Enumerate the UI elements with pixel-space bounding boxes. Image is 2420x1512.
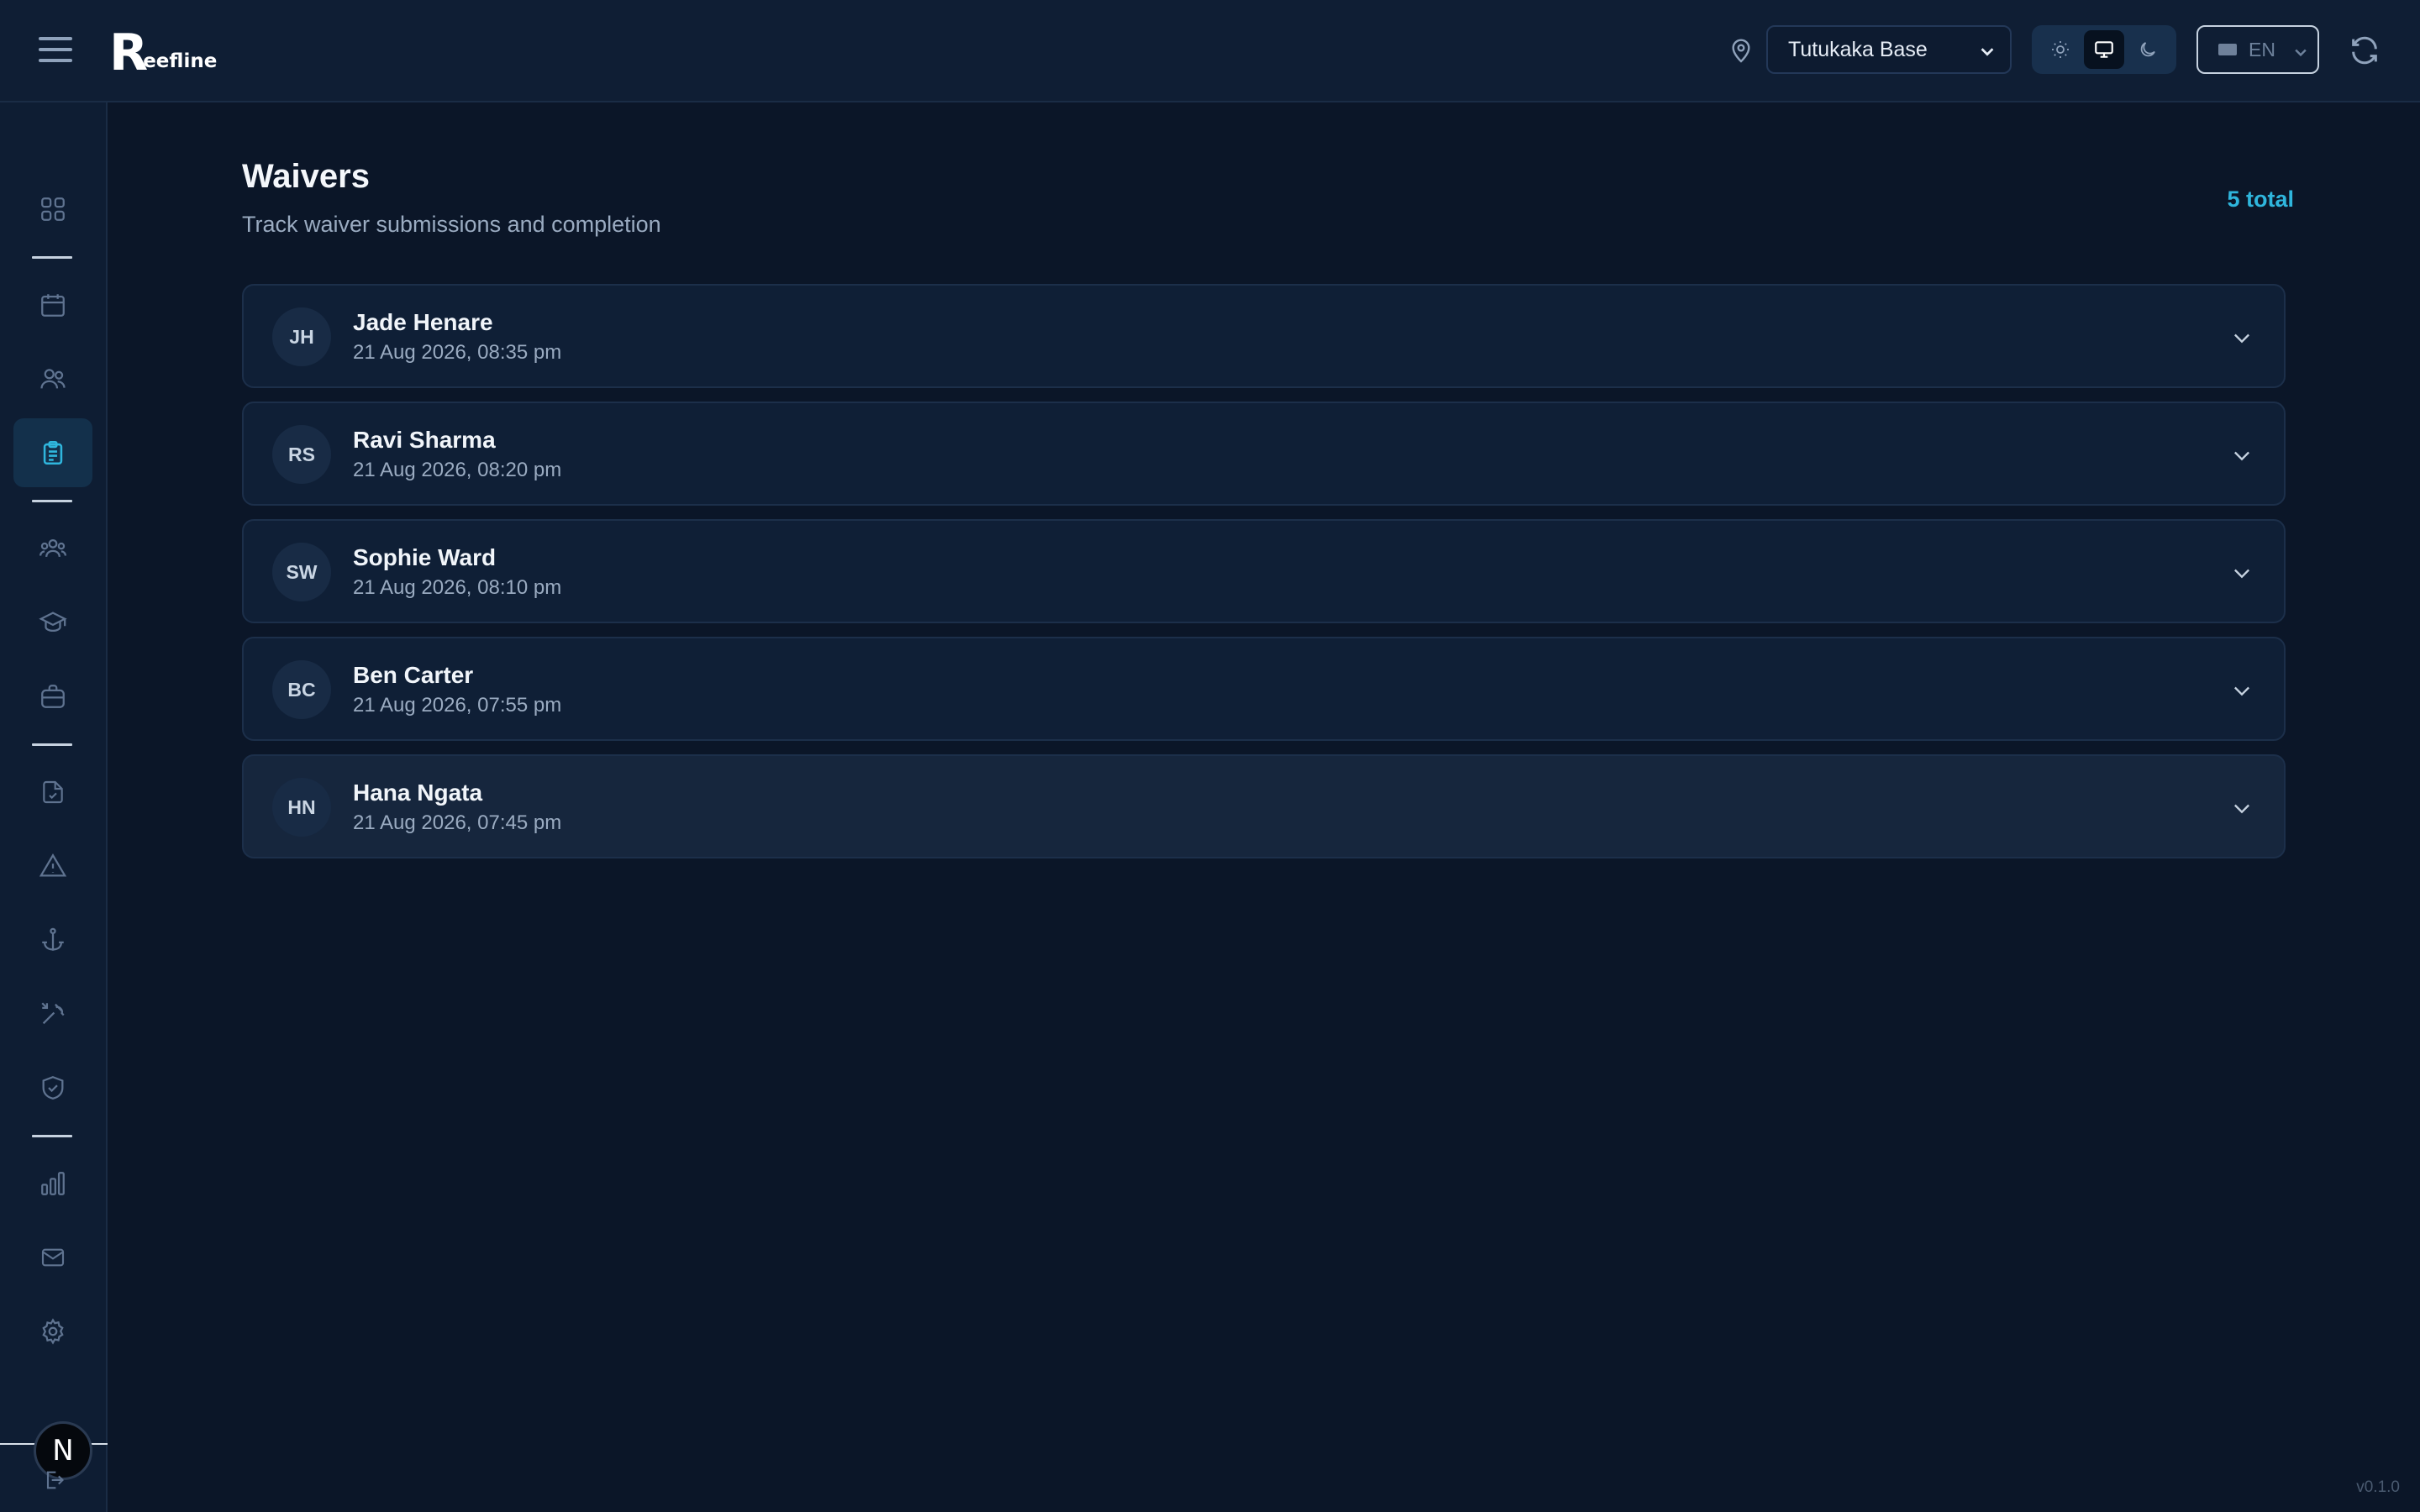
chevron-down-icon[interactable] xyxy=(2230,561,2254,585)
location-pin-icon xyxy=(1732,39,1750,63)
chevron-down-icon xyxy=(2295,49,2307,57)
gear-icon xyxy=(42,1318,64,1345)
dark-theme-button[interactable] xyxy=(2128,30,2168,69)
bar-chart-icon xyxy=(41,1172,65,1195)
waiver-card-ravi-sharma[interactable]: RS Ravi Sharma 21 Aug 2026, 08:20 pm xyxy=(242,402,2286,506)
moon-icon xyxy=(2140,42,2155,57)
sun-icon xyxy=(2052,41,2069,58)
sidebar-item-bookings[interactable] xyxy=(13,662,92,731)
shield-check-icon xyxy=(42,1076,64,1100)
sidebar-item-dashboard[interactable] xyxy=(13,175,92,244)
grid-icon xyxy=(41,197,65,221)
waiver-date: 21 Aug 2026, 07:45 pm xyxy=(353,811,562,834)
sidebar-divider xyxy=(32,1135,72,1137)
sidebar-divider xyxy=(32,256,72,259)
waiver-card-sophie-ward[interactable]: SW Sophie Ward 21 Aug 2026, 08:10 pm xyxy=(242,519,2286,623)
graduation-cap-icon xyxy=(39,612,67,633)
avatar: RS xyxy=(272,425,331,484)
total-count: 5 total xyxy=(2227,186,2294,212)
chevron-down-icon[interactable] xyxy=(2230,679,2254,702)
tools-icon xyxy=(41,1002,65,1025)
page-title: Waivers xyxy=(242,158,370,195)
avatar: JH xyxy=(272,307,331,366)
file-check-icon xyxy=(43,780,63,804)
system-theme-button[interactable] xyxy=(2084,30,2124,69)
waiver-name: Ravi Sharma xyxy=(353,427,496,453)
waiver-name: Ben Carter xyxy=(353,662,474,688)
sidebar-divider xyxy=(32,743,72,746)
avatar: HN xyxy=(272,778,331,837)
chevron-down-icon xyxy=(1981,48,1994,56)
flag-icon xyxy=(2218,44,2237,55)
users-icon xyxy=(40,369,66,389)
anchor-icon xyxy=(42,927,64,951)
waiver-name: Hana Ngata xyxy=(353,780,483,806)
refresh-icon[interactable] xyxy=(2348,34,2381,67)
sidebar-item-customers[interactable] xyxy=(13,344,92,413)
menu-icon[interactable] xyxy=(39,37,72,64)
sidebar-item-equipment[interactable] xyxy=(13,979,92,1048)
sidebar-item-reports[interactable] xyxy=(13,1149,92,1218)
avatar: BC xyxy=(272,660,331,719)
warning-icon xyxy=(39,853,67,877)
page-subtitle: Track waiver submissions and completion xyxy=(242,212,661,237)
waiver-date: 21 Aug 2026, 08:10 pm xyxy=(353,576,562,599)
top-bar: R eefline Tutukaka Base EN xyxy=(0,0,2420,102)
location-value: Tutukaka Base xyxy=(1788,37,1928,61)
waiver-card-hana-ngata[interactable]: HN Hana Ngata 21 Aug 2026, 07:45 pm xyxy=(242,754,2286,858)
waiver-date: 21 Aug 2026, 08:20 pm xyxy=(353,459,562,481)
waiver-name: Sophie Ward xyxy=(353,544,497,570)
monitor-icon xyxy=(2095,41,2113,58)
chevron-down-icon[interactable] xyxy=(2230,796,2254,820)
sidebar-divider xyxy=(32,500,72,502)
chevron-down-icon[interactable] xyxy=(2230,444,2254,467)
waiver-date: 21 Aug 2026, 07:55 pm xyxy=(353,694,562,717)
sidebar-item-messages[interactable] xyxy=(13,1223,92,1292)
clipboard-icon xyxy=(43,440,63,465)
logo-initial: R xyxy=(109,24,148,82)
app-version: v0.1.0 xyxy=(2356,1478,2400,1496)
location-select[interactable]: Tutukaka Base xyxy=(1766,25,2012,74)
app-logo[interactable]: R eefline xyxy=(109,24,218,82)
sidebar-item-groups[interactable] xyxy=(13,514,92,583)
sidebar-item-waivers[interactable] xyxy=(13,418,92,487)
chevron-down-icon[interactable] xyxy=(2230,326,2254,349)
logout-icon[interactable] xyxy=(42,1468,66,1492)
language-select[interactable]: EN xyxy=(2196,25,2319,74)
waiver-date: 21 Aug 2026, 08:35 pm xyxy=(353,341,562,364)
avatar: SW xyxy=(272,543,331,601)
sidebar-item-incidents[interactable] xyxy=(13,832,92,900)
sidebar-item-compliance[interactable] xyxy=(13,1053,92,1122)
sidebar-item-settings[interactable] xyxy=(13,1297,92,1366)
waiver-card-ben-carter[interactable]: BC Ben Carter 21 Aug 2026, 07:55 pm xyxy=(242,637,2286,741)
sidebar-item-courses[interactable] xyxy=(13,588,92,657)
team-icon xyxy=(39,538,67,558)
logo-text: eefline xyxy=(143,50,218,72)
waiver-card-jade-henare[interactable]: JH Jade Henare 21 Aug 2026, 08:35 pm xyxy=(242,284,2286,388)
mail-icon xyxy=(41,1248,65,1267)
sidebar-item-documents[interactable] xyxy=(13,758,92,827)
briefcase-icon xyxy=(41,685,65,708)
light-theme-button[interactable] xyxy=(2040,30,2081,69)
theme-switcher xyxy=(2032,25,2176,74)
sidebar-item-calendar[interactable] xyxy=(13,270,92,339)
waiver-name: Jade Henare xyxy=(353,309,493,335)
sidebar-item-moorings[interactable] xyxy=(13,906,92,974)
calendar-icon xyxy=(41,294,65,317)
sidebar xyxy=(0,102,108,1512)
language-value: EN xyxy=(2249,38,2275,60)
